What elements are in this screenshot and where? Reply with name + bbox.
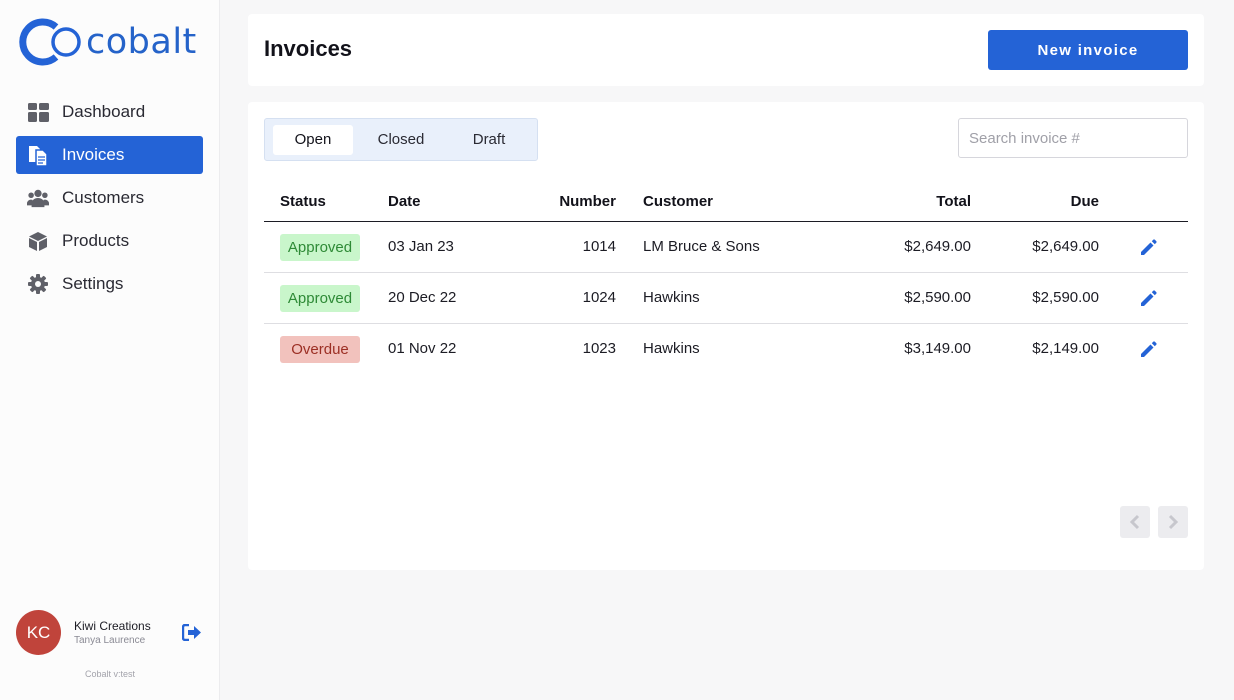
invoice-due: $2,649.00 xyxy=(1032,238,1099,255)
sidebar-item-customers[interactable]: Customers xyxy=(16,179,203,217)
edit-pencil-icon[interactable] xyxy=(1138,238,1158,258)
invoice-status-tabs: Open Closed Draft xyxy=(264,118,538,161)
search-input[interactable] xyxy=(958,118,1188,158)
new-invoice-button[interactable]: New invoice xyxy=(988,30,1188,70)
sidebar-item-dashboard[interactable]: Dashboard xyxy=(16,93,203,131)
invoice-total: $2,590.00 xyxy=(904,289,971,306)
invoices-table: Status Date Number Customer Total Due Ap… xyxy=(264,182,1188,375)
sidebar-item-label: Invoices xyxy=(62,145,125,164)
table-header: Status Date Number Customer Total Due xyxy=(264,182,1188,222)
gear-icon xyxy=(27,273,49,295)
invoice-total: $2,649.00 xyxy=(904,238,971,255)
box-icon xyxy=(27,230,49,252)
tab-open[interactable]: Open xyxy=(273,124,353,155)
table-row[interactable]: Approved 20 Dec 22 1024 Hawkins $2,590.0… xyxy=(264,273,1188,324)
user-name: Tanya Laurence xyxy=(74,635,146,646)
sidebar-item-label: Products xyxy=(62,231,130,250)
dashboard-grid-icon xyxy=(27,101,49,123)
tab-closed[interactable]: Closed xyxy=(361,125,441,155)
column-header-status[interactable]: Status xyxy=(280,193,326,210)
invoice-number: 1014 xyxy=(582,238,616,255)
column-header-customer[interactable]: Customer xyxy=(643,193,713,210)
invoice-number: 1024 xyxy=(582,289,616,306)
page-title: Invoices xyxy=(264,36,353,61)
invoice-documents-icon xyxy=(27,144,49,166)
sidebar: cobalt Dashboard Invoices Customers Prod… xyxy=(0,0,220,700)
sidebar-item-label: Customers xyxy=(62,188,145,207)
sidebar-item-label: Dashboard xyxy=(62,102,146,121)
table-row[interactable]: Overdue 01 Nov 22 1023 Hawkins $3,149.00… xyxy=(264,324,1188,375)
invoice-customer: LM Bruce & Sons xyxy=(643,238,760,255)
chevron-left-icon xyxy=(1129,514,1140,530)
chevron-right-icon xyxy=(1168,514,1179,530)
invoices-panel: Open Closed Draft Status Date Number Cus… xyxy=(248,102,1204,570)
column-header-date[interactable]: Date xyxy=(388,193,421,210)
tab-draft[interactable]: Draft xyxy=(449,125,529,155)
invoice-date: 03 Jan 23 xyxy=(388,238,454,255)
sidebar-nav: Dashboard Invoices Customers Products Se… xyxy=(16,93,203,308)
status-badge: Approved xyxy=(280,285,360,312)
invoice-number: 1023 xyxy=(582,340,616,357)
edit-pencil-icon[interactable] xyxy=(1138,289,1158,309)
user-info: Kiwi Creations Tanya Laurence xyxy=(74,619,174,646)
column-header-due[interactable]: Due xyxy=(1071,193,1099,210)
status-badge: Approved xyxy=(280,234,360,261)
page-header: Invoices New invoice xyxy=(248,14,1204,86)
sidebar-item-label: Settings xyxy=(62,274,124,293)
user-profile: KC Kiwi Creations Tanya Laurence xyxy=(16,610,206,655)
previous-page-button[interactable] xyxy=(1120,506,1150,538)
invoice-date: 01 Nov 22 xyxy=(388,340,457,357)
invoice-customer: Hawkins xyxy=(643,289,700,306)
avatar[interactable]: KC xyxy=(16,610,61,655)
users-group-icon xyxy=(27,187,49,209)
invoice-due: $2,590.00 xyxy=(1032,289,1099,306)
sidebar-item-products[interactable]: Products xyxy=(16,222,203,260)
next-page-button[interactable] xyxy=(1158,506,1188,538)
user-company: Kiwi Creations xyxy=(74,619,151,633)
edit-pencil-icon[interactable] xyxy=(1138,340,1158,360)
app-version: Cobalt v:test xyxy=(84,669,136,679)
table-row[interactable]: Approved 03 Jan 23 1014 LM Bruce & Sons … xyxy=(264,222,1188,273)
sidebar-item-invoices[interactable]: Invoices xyxy=(16,136,203,174)
column-header-number[interactable]: Number xyxy=(559,193,616,210)
cobalt-logo-icon xyxy=(19,18,81,66)
column-header-total[interactable]: Total xyxy=(936,193,971,210)
invoice-customer: Hawkins xyxy=(643,340,700,357)
logout-icon[interactable] xyxy=(181,622,203,644)
sidebar-item-settings[interactable]: Settings xyxy=(16,265,203,303)
status-badge: Overdue xyxy=(280,336,360,363)
brand-logo[interactable]: cobalt xyxy=(18,16,197,68)
invoice-date: 20 Dec 22 xyxy=(388,289,457,306)
brand-name: cobalt xyxy=(86,22,197,62)
invoice-due: $2,149.00 xyxy=(1032,340,1099,357)
invoice-total: $3,149.00 xyxy=(904,340,971,357)
